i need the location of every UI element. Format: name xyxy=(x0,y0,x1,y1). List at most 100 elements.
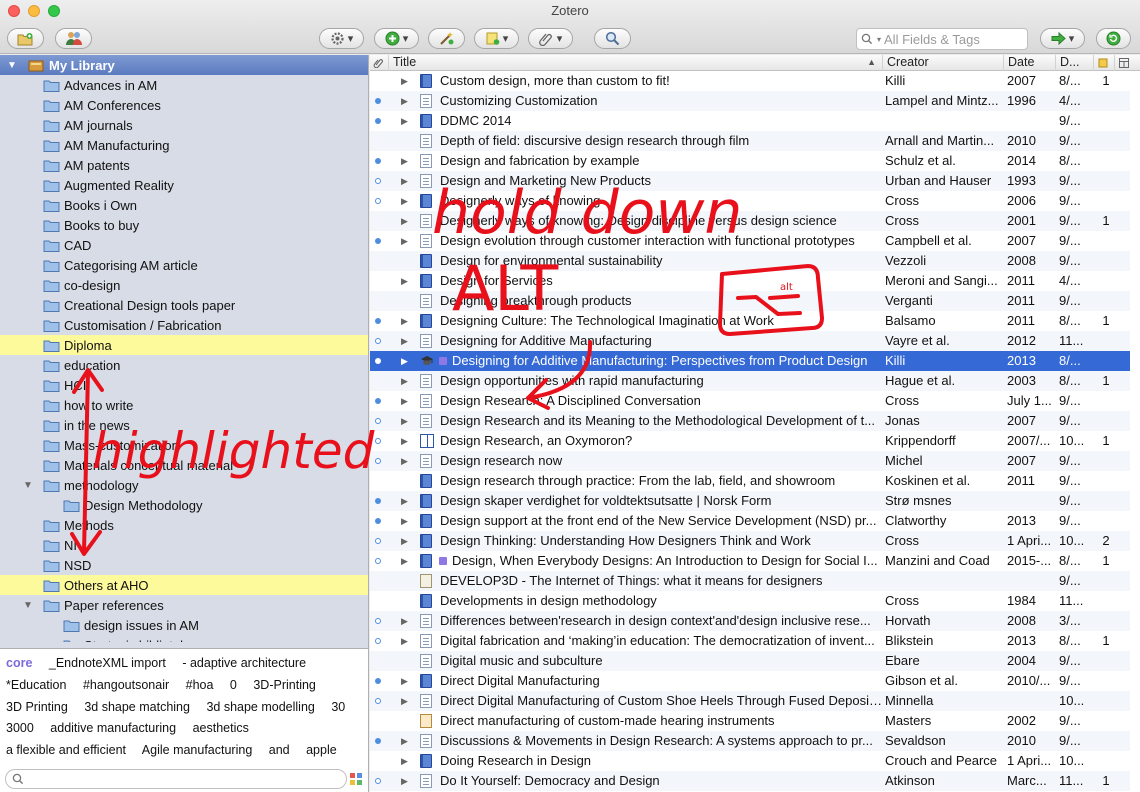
tag[interactable]: additive manufacturing xyxy=(50,721,176,735)
collection-row[interactable]: Advances in AM xyxy=(0,75,368,95)
add-by-identifier-button[interactable] xyxy=(428,28,465,49)
expand-arrow-icon[interactable]: ▶ xyxy=(401,191,408,211)
item-row[interactable]: ▶ Differences between'research in design … xyxy=(370,611,1130,631)
tag[interactable]: 3d shape modelling xyxy=(206,700,314,714)
expand-arrow-icon[interactable]: ▶ xyxy=(401,731,408,751)
item-row[interactable]: Developments in design methodology Cross 1… xyxy=(370,591,1130,611)
column-picker[interactable] xyxy=(1116,55,1138,71)
collection-row[interactable]: how to write xyxy=(0,395,368,415)
collection-row[interactable]: Design Methodology xyxy=(0,495,368,515)
item-row[interactable]: ▶ Design opportunities with rapid manufac… xyxy=(370,371,1130,391)
item-row[interactable]: ▶ Design Thinking: Understanding How Desi… xyxy=(370,531,1130,551)
actions-menu-button[interactable]: ▾ xyxy=(319,28,364,49)
item-row[interactable]: ▶ Design research now Michel 2007 9/... xyxy=(370,451,1130,471)
date-column-header[interactable]: Date xyxy=(1005,55,1056,71)
expand-arrow-icon[interactable]: ▶ xyxy=(401,771,408,791)
expand-arrow-icon[interactable]: ▶ xyxy=(401,611,408,631)
attachment-column-header[interactable] xyxy=(370,55,389,71)
new-note-button[interactable]: ▾ xyxy=(474,28,519,49)
sync-button[interactable] xyxy=(1096,28,1131,49)
expand-arrow-icon[interactable]: ▶ xyxy=(401,371,408,391)
tag[interactable]: aesthetics xyxy=(193,721,249,735)
item-row[interactable]: Digital music and subculture Ebare 2004 9/.… xyxy=(370,651,1130,671)
expand-arrow-icon[interactable]: ▶ xyxy=(401,171,408,191)
tag[interactable]: 0 xyxy=(230,678,237,692)
new-group-button[interactable] xyxy=(55,28,92,49)
collection-row[interactable]: Creational Design tools paper xyxy=(0,295,368,315)
item-row[interactable]: ▶ Discussions & Movements in Design Resea… xyxy=(370,731,1130,751)
item-row[interactable]: Direct manufacturing of custom-made hear… xyxy=(370,711,1130,731)
tag[interactable]: #hoa xyxy=(186,678,214,692)
expand-arrow-icon[interactable]: ▶ xyxy=(401,351,408,371)
selected-item-row[interactable]: ▶ Designing for Additive Manufacturing: P… xyxy=(370,351,1130,371)
collection-row[interactable]: Books to buy xyxy=(0,215,368,235)
disclosure-open-icon[interactable]: ▼ xyxy=(22,600,34,611)
item-row[interactable]: ▶ Direct Digital Manufacturing of Custom … xyxy=(370,691,1130,711)
new-item-button[interactable]: ▾ xyxy=(374,28,419,49)
collection-row[interactable]: in the news xyxy=(0,415,368,435)
item-row[interactable]: ▶ Design skaper verdighet for voldtektsut… xyxy=(370,491,1130,511)
disclosure-open-icon[interactable]: ▼ xyxy=(6,60,18,71)
tag-actions-icon[interactable] xyxy=(349,772,363,786)
collection-row[interactable]: AM patents xyxy=(0,155,368,175)
item-row[interactable]: ▶ Design, When Everybody Designs: An Intr… xyxy=(370,551,1130,571)
disclosure-open-icon[interactable]: ▼ xyxy=(22,480,34,491)
expand-arrow-icon[interactable]: ▶ xyxy=(401,671,408,691)
collection-row[interactable]: Diploma xyxy=(0,335,368,355)
item-row[interactable]: Designing breakthrough products Verganti 2… xyxy=(370,291,1130,311)
collection-row[interactable]: Mass-customization xyxy=(0,435,368,455)
item-row[interactable]: ▶ Design for Services Meroni and Sangi... 2… xyxy=(370,271,1130,291)
expand-arrow-icon[interactable]: ▶ xyxy=(401,271,408,291)
item-row[interactable]: ▶ Designerly ways of knowing: Design disc… xyxy=(370,211,1130,231)
expand-arrow-icon[interactable]: ▶ xyxy=(401,451,408,471)
expand-arrow-icon[interactable]: ▶ xyxy=(401,511,408,531)
tag-core[interactable]: core xyxy=(6,656,32,670)
item-row[interactable]: ▶ Design and Marketing New Products Urban … xyxy=(370,171,1130,191)
collection-row[interactable]: Categorising AM article xyxy=(0,255,368,275)
expand-arrow-icon[interactable]: ▶ xyxy=(401,551,408,571)
collection-row[interactable]: Books i Own xyxy=(0,195,368,215)
tag[interactable]: *Education xyxy=(6,678,66,692)
expand-arrow-icon[interactable]: ▶ xyxy=(401,231,408,251)
item-row[interactable]: Depth of field: discursive design resear… xyxy=(370,131,1130,151)
expand-arrow-icon[interactable]: ▶ xyxy=(401,391,408,411)
item-row[interactable]: Design for environmental sustainability V… xyxy=(370,251,1130,271)
collection-row[interactable]: Augmented Reality xyxy=(0,175,368,195)
expand-arrow-icon[interactable]: ▶ xyxy=(401,151,408,171)
expand-arrow-icon[interactable]: ▶ xyxy=(401,71,408,91)
tag[interactable]: apple xyxy=(306,743,337,757)
title-column-header[interactable]: Title ▲ xyxy=(390,55,883,71)
expand-arrow-icon[interactable]: ▶ xyxy=(401,691,408,711)
tag[interactable]: 3000 xyxy=(6,721,34,735)
item-row[interactable]: ▶ Design Research and its Meaning to the … xyxy=(370,411,1130,431)
item-row[interactable]: ▶ Designing for Additive Manufacturing Vay… xyxy=(370,331,1130,351)
item-row[interactable]: ▶ Designerly ways of knowing Cross 2006 9/..… xyxy=(370,191,1130,211)
expand-arrow-icon[interactable]: ▶ xyxy=(401,431,408,451)
tag[interactable]: 3d shape matching xyxy=(84,700,190,714)
expand-arrow-icon[interactable]: ▶ xyxy=(401,211,408,231)
item-row[interactable]: ▶ Design Research, an Oxymoron? Krippendor… xyxy=(370,431,1130,451)
item-row[interactable]: ▶ Design support at the front end of the … xyxy=(370,511,1130,531)
tag-search-field[interactable] xyxy=(5,769,347,789)
collection-row[interactable]: NSD xyxy=(0,555,368,575)
expand-arrow-icon[interactable]: ▶ xyxy=(401,311,408,331)
date-added-column-header[interactable]: D... xyxy=(1057,55,1094,71)
search-input[interactable] xyxy=(884,31,1025,47)
expand-arrow-icon[interactable]: ▶ xyxy=(401,631,408,651)
item-row[interactable]: ▶ Design and fabrication by example Schulz… xyxy=(370,151,1130,171)
collection-row[interactable]: AM journals xyxy=(0,115,368,135)
item-row[interactable]: ▶ Design evolution through customer inter… xyxy=(370,231,1130,251)
collection-row[interactable]: NI xyxy=(0,535,368,555)
item-row[interactable]: DEVELOP3D - The Internet of Things: what… xyxy=(370,571,1130,591)
collection-row[interactable]: co-design xyxy=(0,275,368,295)
advanced-search-button[interactable] xyxy=(594,28,631,49)
collection-row[interactable]: education xyxy=(0,355,368,375)
expand-arrow-icon[interactable]: ▶ xyxy=(401,111,408,131)
item-row[interactable]: ▶ Digital fabrication and ‘making’in educ… xyxy=(370,631,1130,651)
collection-row[interactable]: ▼ methodology xyxy=(0,475,368,495)
expand-arrow-icon[interactable]: ▶ xyxy=(401,91,408,111)
new-collection-button[interactable] xyxy=(7,28,44,49)
tag[interactable]: _EndnoteXML import xyxy=(49,656,166,670)
tag[interactable]: - adaptive architecture xyxy=(182,656,306,670)
expand-arrow-icon[interactable]: ▶ xyxy=(401,331,408,351)
